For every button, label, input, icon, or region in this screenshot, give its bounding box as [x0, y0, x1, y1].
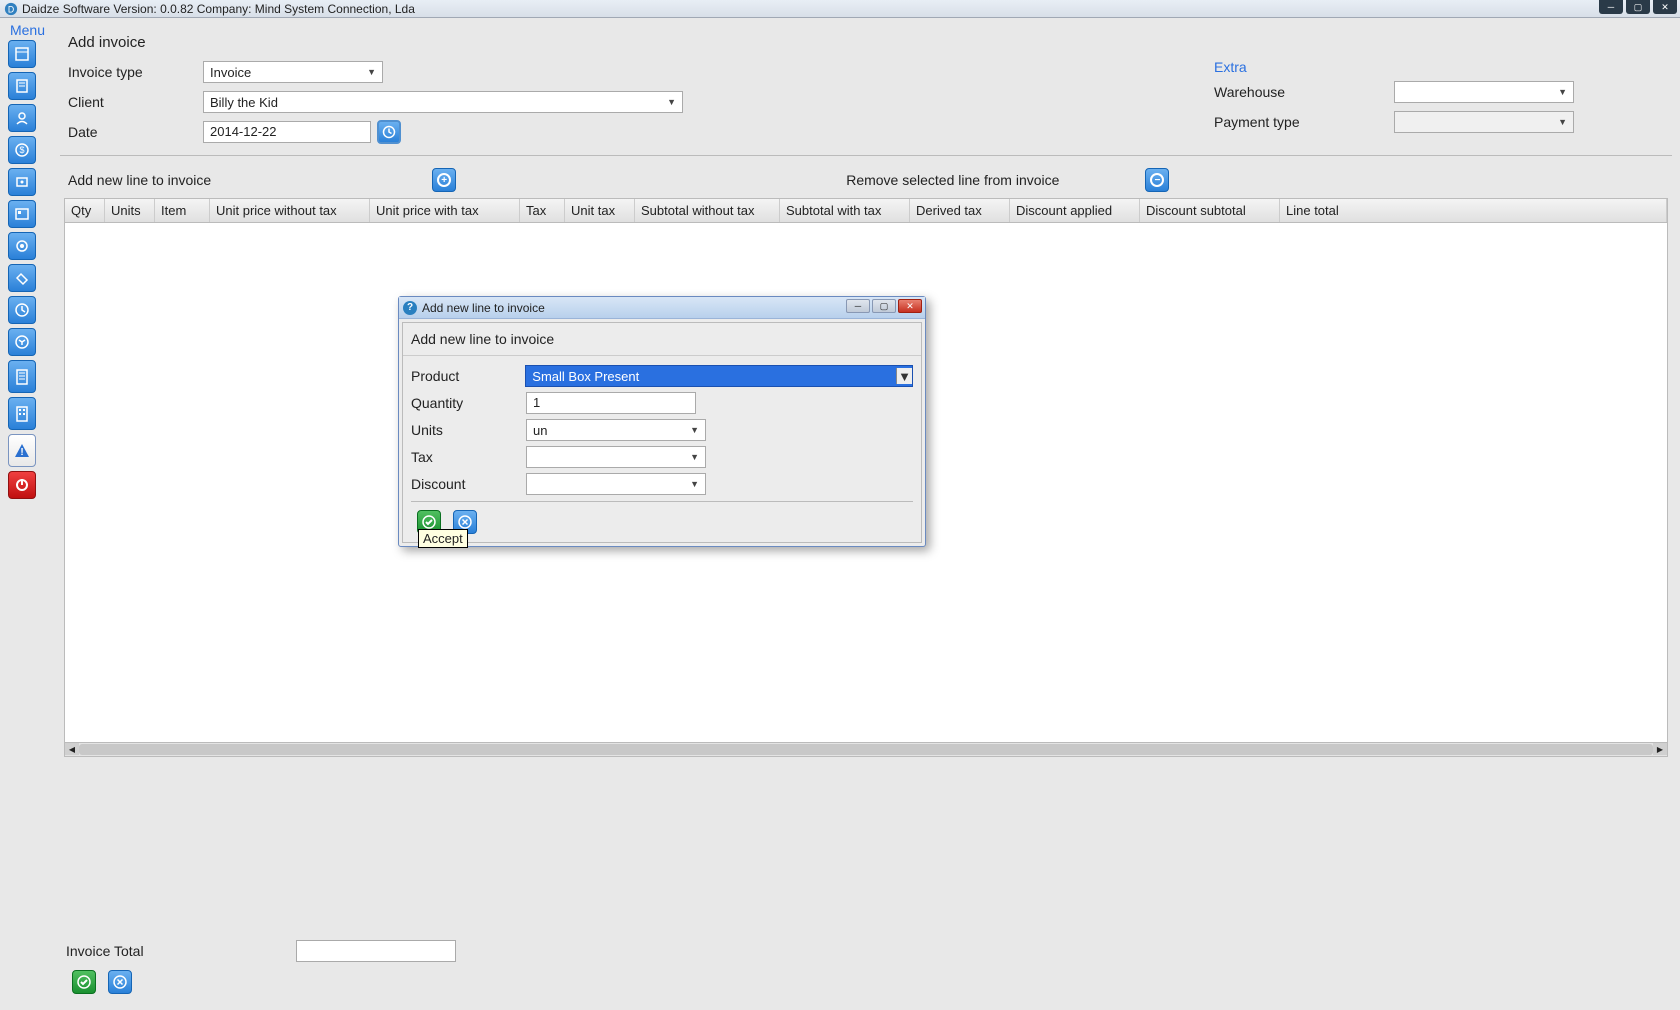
product-label: Product: [411, 368, 525, 384]
table-header: Qty Units Item Unit price without tax Un…: [64, 198, 1668, 223]
chevron-down-icon: ▼: [367, 67, 376, 77]
svg-text:D: D: [8, 4, 14, 14]
product-combo[interactable]: Small Box Present ▼: [525, 365, 913, 387]
chevron-down-icon: ▼: [896, 368, 912, 384]
payment-type-combo[interactable]: ▼: [1394, 111, 1574, 133]
extra-title: Extra: [1214, 59, 1664, 75]
sidebar-btn-5[interactable]: [8, 168, 36, 196]
chevron-down-icon: ▼: [667, 97, 676, 107]
sidebar-btn-2[interactable]: [8, 72, 36, 100]
x-circle-icon: [113, 975, 127, 989]
page-title: Add invoice: [60, 30, 1672, 59]
window-title: Daidze Software Version: 0.0.82 Company:…: [22, 2, 415, 16]
date-label: Date: [68, 124, 203, 140]
svg-text:!: !: [20, 447, 23, 458]
th-item[interactable]: Item: [155, 199, 210, 222]
titlebar: D Daidze Software Version: 0.0.82 Compan…: [0, 0, 1680, 18]
discount-label: Discount: [411, 476, 526, 492]
th-qty[interactable]: Qty: [65, 199, 105, 222]
th-derived-tax[interactable]: Derived tax: [910, 199, 1010, 222]
chevron-down-icon: ▼: [1558, 117, 1567, 127]
sidebar-btn-1[interactable]: [8, 40, 36, 68]
date-field[interactable]: 2014-12-22: [203, 121, 371, 143]
dialog-maximize-button[interactable]: ▢: [872, 299, 896, 313]
tooltip-accept: Accept: [418, 529, 468, 548]
scroll-left-arrow[interactable]: ◀: [65, 743, 79, 755]
quantity-label: Quantity: [411, 395, 526, 411]
discount-combo[interactable]: ▼: [526, 473, 706, 495]
units-label: Units: [411, 422, 526, 438]
svg-text:$: $: [19, 145, 24, 155]
sidebar-btn-7[interactable]: [8, 232, 36, 260]
th-unit-price-w-tax[interactable]: Unit price with tax: [370, 199, 520, 222]
dialog-heading: Add new line to invoice: [403, 323, 921, 356]
sidebar-btn-power[interactable]: [8, 471, 36, 499]
scroll-thumb[interactable]: [79, 744, 1653, 755]
app-icon: D: [4, 2, 18, 16]
x-circle-icon: [458, 515, 472, 529]
sidebar-btn-warning[interactable]: !: [8, 434, 36, 467]
client-label: Client: [68, 94, 203, 110]
date-picker-button[interactable]: [377, 120, 401, 144]
sidebar-btn-10[interactable]: [8, 328, 36, 356]
chevron-down-icon: ▼: [1558, 87, 1567, 97]
add-line-dialog: ? Add new line to invoice ─ ▢ ✕ Add new …: [398, 296, 926, 547]
window-close-button[interactable]: ✕: [1653, 0, 1677, 14]
invoice-type-combo[interactable]: Invoice ▼: [203, 61, 383, 83]
payment-type-label: Payment type: [1214, 114, 1394, 130]
accept-invoice-button[interactable]: [72, 970, 96, 994]
warehouse-combo[interactable]: ▼: [1394, 81, 1574, 103]
sidebar-btn-6[interactable]: [8, 200, 36, 228]
dialog-title: Add new line to invoice: [422, 301, 545, 315]
th-subtotal-w-tax[interactable]: Subtotal with tax: [780, 199, 910, 222]
remove-line-label: Remove selected line from invoice: [846, 172, 1059, 188]
dialog-titlebar[interactable]: ? Add new line to invoice ─ ▢ ✕: [399, 297, 925, 319]
minus-icon: −: [1150, 173, 1164, 187]
sidebar-btn-9[interactable]: [8, 296, 36, 324]
window-maximize-button[interactable]: ▢: [1626, 0, 1650, 14]
horizontal-scrollbar[interactable]: ◀ ▶: [64, 743, 1668, 757]
sidebar-btn-11[interactable]: [8, 360, 36, 393]
remove-line-button[interactable]: −: [1145, 168, 1169, 192]
chevron-down-icon: ▼: [690, 452, 699, 462]
window-minimize-button[interactable]: ─: [1599, 0, 1623, 14]
client-combo[interactable]: Billy the Kid ▼: [203, 91, 683, 113]
tax-label: Tax: [411, 449, 526, 465]
scroll-right-arrow[interactable]: ▶: [1653, 743, 1667, 755]
plus-icon: +: [437, 173, 451, 187]
th-subtotal-wo-tax[interactable]: Subtotal without tax: [635, 199, 780, 222]
invoice-total-label: Invoice Total: [66, 943, 296, 959]
th-unit-tax[interactable]: Unit tax: [565, 199, 635, 222]
sidebar-btn-3[interactable]: [8, 104, 36, 132]
sidebar-btn-12[interactable]: [8, 397, 36, 430]
menu-label[interactable]: Menu: [0, 18, 55, 40]
check-icon: [422, 515, 436, 529]
dialog-minimize-button[interactable]: ─: [846, 299, 870, 313]
dialog-icon: ?: [403, 301, 417, 315]
chevron-down-icon: ▼: [690, 479, 699, 489]
dialog-close-button[interactable]: ✕: [898, 299, 922, 313]
cancel-invoice-button[interactable]: [108, 970, 132, 994]
sidebar-btn-4[interactable]: $: [8, 136, 36, 164]
units-combo[interactable]: un ▼: [526, 419, 706, 441]
th-discount-applied[interactable]: Discount applied: [1010, 199, 1140, 222]
warehouse-label: Warehouse: [1214, 84, 1394, 100]
th-unit-price-wo-tax[interactable]: Unit price without tax: [210, 199, 370, 222]
th-line-total[interactable]: Line total: [1280, 199, 1667, 222]
chevron-down-icon: ▼: [690, 425, 699, 435]
check-icon: [77, 975, 91, 989]
sidebar-btn-8[interactable]: [8, 264, 36, 292]
tax-combo[interactable]: ▼: [526, 446, 706, 468]
th-discount-subtotal[interactable]: Discount subtotal: [1140, 199, 1280, 222]
add-line-button[interactable]: +: [432, 168, 456, 192]
sidebar: $ !: [8, 40, 48, 499]
invoice-type-label: Invoice type: [68, 64, 203, 80]
th-tax[interactable]: Tax: [520, 199, 565, 222]
quantity-field[interactable]: 1: [526, 392, 696, 414]
clock-icon: [382, 125, 396, 139]
add-line-label: Add new line to invoice: [68, 172, 211, 188]
th-units[interactable]: Units: [105, 199, 155, 222]
invoice-total-field: [296, 940, 456, 962]
